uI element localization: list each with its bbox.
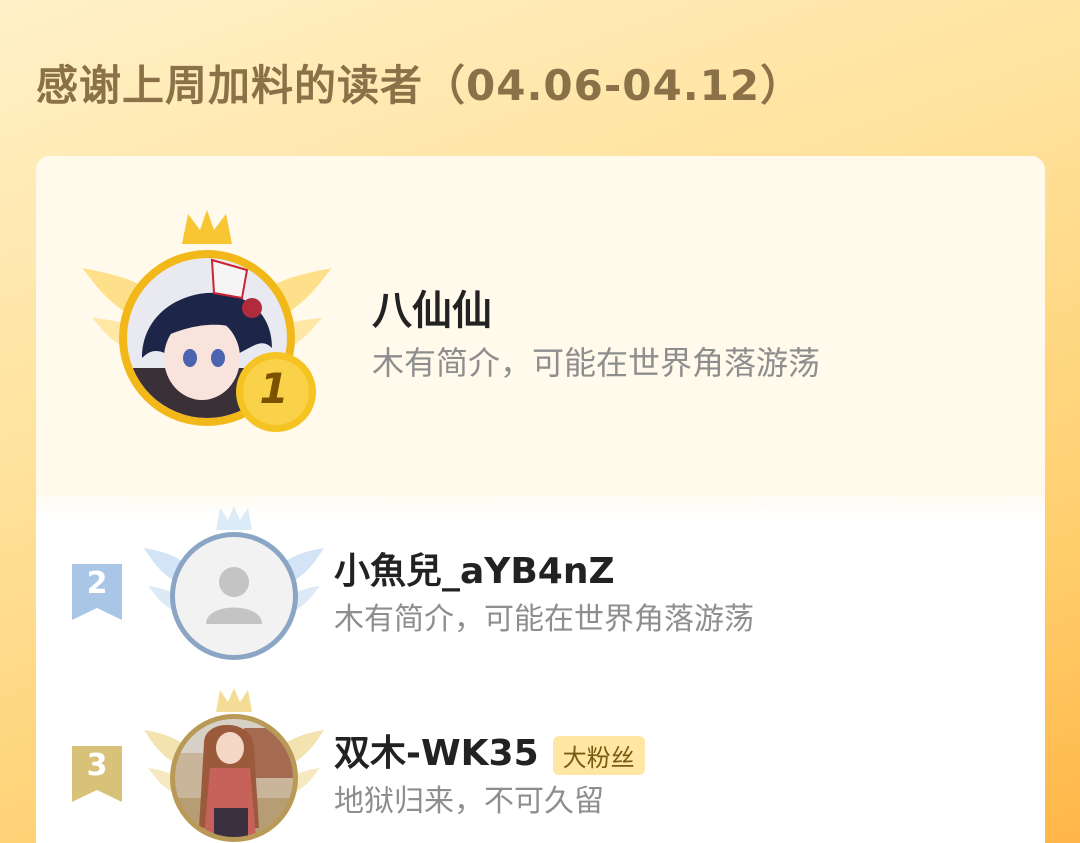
reader-name[interactable]: 八仙仙: [372, 278, 492, 336]
reader-bio: 木有简介，可能在世界角落游荡: [334, 602, 754, 637]
reader-bio: 木有简介，可能在世界角落游荡: [372, 344, 821, 382]
reader-name-text: 双木-WK35: [334, 733, 539, 774]
rank-3-number: 3: [86, 748, 108, 783]
silver-wreath-emblem: [144, 506, 324, 660]
photo-avatar-icon: [175, 719, 293, 837]
rank-2-entry[interactable]: 2 小魚兒_aYB4nZ 木有简介，可能在世界角落游荡: [36, 506, 1045, 660]
rank-2-number: 2: [86, 566, 108, 601]
gold-wreath-emblem: [82, 210, 332, 432]
bronze-wreath-emblem: [144, 688, 324, 842]
rank-1-entry[interactable]: 1 八仙仙 木有简介，可能在世界角落游荡: [36, 156, 1045, 496]
reader-bio: 地狱归来，不可久留: [334, 784, 604, 819]
reader-ranking-card: 1 八仙仙 木有简介，可能在世界角落游荡 2 小魚兒_aYB4nZ 木有简介，可…: [36, 156, 1045, 843]
fan-level-badge: 大粉丝: [552, 735, 645, 775]
rank-1-number: 1: [259, 364, 289, 413]
rank-3-entry[interactable]: 3 双木-WK35 大粉丝 地狱归来，不可久留: [36, 688, 1045, 842]
reader-name[interactable]: 双木-WK35 大粉丝: [334, 724, 645, 776]
page-title: 感谢上周加料的读者（04.06-04.12）: [36, 61, 804, 110]
reader-name[interactable]: 小魚兒_aYB4nZ: [334, 542, 615, 594]
